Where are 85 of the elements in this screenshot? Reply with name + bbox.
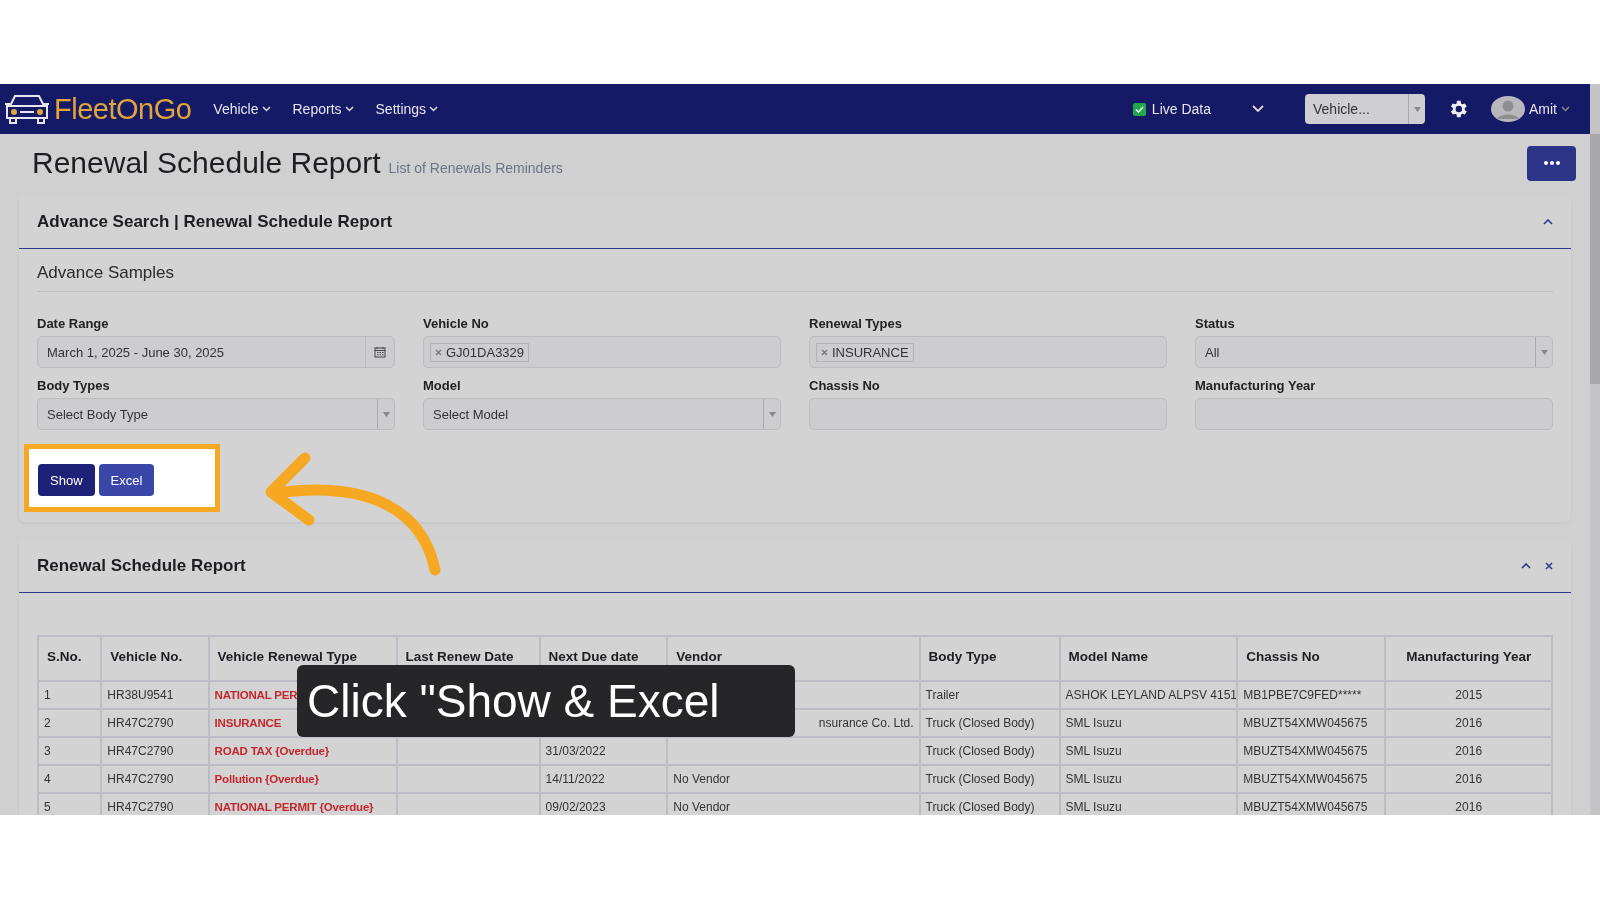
- dropdown-icon: [768, 411, 776, 417]
- action-button[interactable]: Excel: [98, 464, 155, 496]
- more-button[interactable]: [1527, 145, 1576, 181]
- table-cell: SML Isuzu: [1059, 709, 1238, 737]
- column-header: Vehicle No.: [101, 636, 209, 681]
- table-cell: MBUZT54XMW045675: [1237, 765, 1386, 793]
- table-cell: HR47C2790: [101, 737, 209, 765]
- field-label: Status: [1195, 316, 1236, 331]
- check-icon: [1134, 105, 1144, 113]
- tag-select-field[interactable]: INSURANCE: [809, 336, 1167, 368]
- dropdown-icon: [1540, 349, 1548, 355]
- action-button[interactable]: Show: [38, 464, 95, 496]
- column-header: S.No.: [38, 636, 102, 681]
- remove-icon[interactable]: [821, 348, 828, 356]
- table-cell: Truck (Closed Body): [919, 765, 1060, 793]
- table-cell: MB1PBE7C9FED*****: [1237, 681, 1386, 709]
- field-label: Manufacturing Year: [1195, 378, 1317, 393]
- field-label: Renewal Types: [809, 316, 903, 331]
- section-title: Advance Samples: [37, 263, 1553, 292]
- field-label: Model: [423, 378, 462, 393]
- caret-icon: [1561, 106, 1570, 112]
- column-header: Manufacturing Year: [1385, 636, 1552, 681]
- page-subtitle: List of Renewals Reminders: [388, 159, 563, 176]
- table-cell: 2016: [1385, 709, 1552, 737]
- scrollbar-thumb[interactable]: [1590, 134, 1600, 384]
- select-field[interactable]: All: [1195, 336, 1553, 368]
- table-cell: MBUZT54XMW045675: [1237, 737, 1386, 765]
- card-title: Advance Search | Renewal Schedule Report: [37, 212, 394, 232]
- live-data-toggle[interactable]: Live Data: [1132, 101, 1211, 117]
- avatar-icon[interactable]: [1491, 96, 1525, 122]
- table-cell: 2016: [1385, 765, 1552, 793]
- vehicle-select[interactable]: Vehicle...: [1305, 94, 1425, 124]
- table-cell: SML Isuzu: [1059, 765, 1238, 793]
- table-cell: 1: [38, 681, 102, 709]
- collapse-icon[interactable]: [1543, 219, 1553, 225]
- table-cell: Truck (Closed Body): [919, 737, 1060, 765]
- nav-menu[interactable]: Reports: [292, 101, 354, 117]
- table-cell: HR47C2790: [101, 765, 209, 793]
- calendar-icon: [374, 346, 386, 358]
- field-label: Vehicle No: [423, 316, 490, 331]
- column-header: Body Type: [919, 636, 1060, 681]
- card-title: Renewal Schedule Report: [37, 556, 247, 576]
- table-cell: SML Isuzu: [1059, 737, 1238, 765]
- table-cell: MBUZT54XMW045675: [1237, 709, 1386, 737]
- dropdown-icon: [1413, 106, 1421, 112]
- field-label: Chassis No: [809, 378, 881, 393]
- tutorial-caption: Click "Show & Excel: [297, 665, 795, 737]
- user-name[interactable]: Amit: [1529, 101, 1557, 117]
- field-label: Date Range: [37, 316, 110, 331]
- table-cell: 4: [38, 765, 102, 793]
- column-header: Chassis No: [1237, 636, 1386, 681]
- table-cell: Pollution {Overdue}: [208, 765, 397, 793]
- table-cell: Truck (Closed Body): [919, 709, 1060, 737]
- brand-name: FleetOnGo: [54, 92, 192, 126]
- selected-tag[interactable]: INSURANCE: [816, 342, 914, 362]
- caret-icon: [429, 106, 439, 112]
- table-cell: Trailer: [919, 681, 1060, 709]
- nav-menu[interactable]: Vehicle: [213, 101, 271, 117]
- selected-tag[interactable]: GJ01DA3329: [430, 342, 530, 362]
- close-icon[interactable]: [1545, 562, 1553, 570]
- table-cell: HR38U9541: [101, 681, 209, 709]
- page-title: Renewal Schedule Report: [32, 146, 381, 180]
- car-icon: [4, 92, 50, 126]
- table-cell: 2015: [1385, 681, 1552, 709]
- caret-icon: [261, 106, 271, 112]
- table-cell: 3: [38, 737, 102, 765]
- more-icon: [1543, 161, 1560, 165]
- table-cell: 2016: [1385, 737, 1552, 765]
- column-header: Model Name: [1059, 636, 1238, 681]
- tag-select-field[interactable]: GJ01DA3329: [423, 336, 781, 368]
- select-field[interactable]: Select Model: [423, 398, 781, 430]
- table-cell: HR47C2790: [101, 709, 209, 737]
- select-field[interactable]: Select Body Type: [37, 398, 395, 430]
- remove-icon[interactable]: [435, 348, 442, 356]
- dropdown-icon: [382, 411, 390, 417]
- table-cell: 5: [38, 793, 102, 815]
- date-range-field[interactable]: March 1, 2025 - June 30, 2025: [37, 336, 395, 368]
- nav-menu[interactable]: Settings: [375, 101, 439, 117]
- table-cell: 2: [38, 709, 102, 737]
- table-cell: No Vendor: [667, 765, 920, 793]
- table-cell: 14/11/2022: [539, 765, 668, 793]
- chevron-down-icon[interactable]: [1252, 105, 1264, 113]
- caret-icon: [344, 106, 354, 112]
- field-label: Body Types: [37, 378, 111, 393]
- collapse-icon[interactable]: [1521, 563, 1531, 569]
